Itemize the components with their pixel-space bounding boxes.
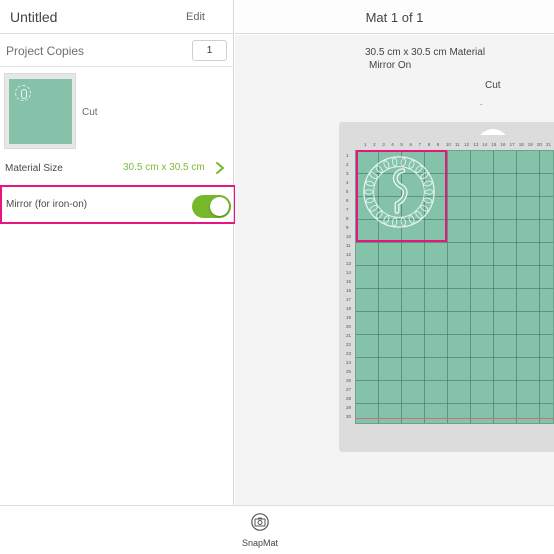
mat-mode-label: Cut <box>82 107 98 118</box>
ruler-left-label: 28 <box>346 396 352 401</box>
mirror-label: Mirror (for iron-on) <box>6 199 88 210</box>
toggle-knob <box>210 197 229 216</box>
ruler-left-label: 25 <box>346 369 352 374</box>
material-size-label: Material Size <box>5 163 63 174</box>
ruler-top-label: 19 <box>527 142 533 147</box>
camera-icon[interactable] <box>250 513 270 531</box>
edit-button[interactable]: Edit <box>186 11 205 23</box>
project-copies-row: Project Copies <box>0 34 234 67</box>
ruler-top-label: 18 <box>518 142 524 147</box>
bottom-bar-left <box>0 505 235 554</box>
ruler-left-label: 13 <box>346 261 352 266</box>
project-panel: Untitled Edit Project Copies Cut Materia… <box>0 0 236 554</box>
mat-cut-edge <box>355 418 554 419</box>
mirror-status: Mirror On <box>369 60 412 71</box>
ruler-left-label: 12 <box>346 252 352 257</box>
ruler-top-label: 10 <box>445 142 451 147</box>
ruler-top-label: 5 <box>400 142 403 147</box>
ruler-left-label: 6 <box>346 198 349 203</box>
mat-grip-tab-icon <box>480 129 506 135</box>
ruler-left-label: 23 <box>346 351 352 356</box>
mat-title: Mat 1 of 1 <box>365 10 424 25</box>
project-header: Untitled Edit <box>0 0 234 34</box>
snapmat-button[interactable]: SnapMat <box>242 538 278 548</box>
ruler-top-label: 20 <box>536 142 542 147</box>
mat-header: Mat 1 of 1 <box>235 0 554 34</box>
ruler-left-label: 15 <box>346 279 352 284</box>
ruler-top-label: 11 <box>455 142 460 147</box>
ruler-top-label: 13 <box>473 142 479 147</box>
ruler-left-label: 3 <box>346 171 349 176</box>
ruler-left-label: 16 <box>346 288 352 293</box>
bottom-bar-right <box>235 505 554 554</box>
ruler-left-label: 7 <box>346 207 349 212</box>
ruler-left-label: 11 <box>346 243 351 248</box>
ruler-left-label: 1 <box>346 153 349 158</box>
material-info: 30.5 cm x 30.5 cm Material <box>365 47 486 58</box>
design-thumbnail-icon <box>15 85 31 101</box>
ruler-top-label: 14 <box>482 142 488 147</box>
project-title: Untitled <box>10 9 58 25</box>
mirror-row: Mirror (for iron-on) <box>0 185 236 224</box>
ruler-top-label: 7 <box>418 142 422 147</box>
ruler-top-label: 16 <box>500 142 506 147</box>
ruler-top-label: 17 <box>509 142 515 147</box>
ruler-left-label: 14 <box>346 270 352 275</box>
ruler-left-label: 4 <box>346 180 349 185</box>
ruler-left-label: 17 <box>346 297 352 302</box>
ruler-top-label: 4 <box>391 142 394 147</box>
ruler-left-label: 26 <box>346 378 352 383</box>
ruler-top-label: 8 <box>427 142 431 147</box>
mat-thumbnail[interactable] <box>4 73 76 149</box>
ruler-left-label: 10 <box>346 234 352 239</box>
material-size-row[interactable]: Material Size 30.5 cm x 30.5 cm <box>0 155 234 183</box>
ruler-top: 12345678910111213141516171819202122 <box>364 142 554 150</box>
ruler-left-label: 20 <box>346 324 352 329</box>
ruler-left-label: 27 <box>346 387 352 392</box>
ruler-top-label: 6 <box>409 142 413 147</box>
mode-label: Cut <box>485 80 501 91</box>
ruler-top-label: 9 <box>436 142 440 147</box>
mat-thumbnail-preview <box>9 79 72 144</box>
ruler-left-label: 29 <box>346 405 352 410</box>
material-size-value: 30.5 cm x 30.5 cm <box>123 162 205 173</box>
project-copies-label: Project Copies <box>6 44 85 58</box>
ruler-left-label: 9 <box>346 225 349 230</box>
ruler-left-label: 22 <box>346 342 352 347</box>
ruler-left-label: 8 <box>346 216 349 221</box>
ruler-left-label: 21 <box>346 333 352 338</box>
ruler-left-label: 24 <box>346 360 352 365</box>
ruler-left-label: 2 <box>346 162 349 167</box>
ruler-left-label: 19 <box>346 315 352 320</box>
ruler-top-label: 15 <box>491 142 497 147</box>
mirror-toggle[interactable] <box>192 195 231 218</box>
ruler-left-label: 5 <box>346 189 349 194</box>
project-copies-input[interactable] <box>192 40 227 61</box>
separator-dot: . <box>480 98 483 107</box>
design-selection-box <box>356 150 447 242</box>
chevron-right-icon <box>216 162 224 174</box>
ruler-top-label: 2 <box>373 142 376 147</box>
ruler-left-label: 30 <box>346 414 352 419</box>
ruler-left-label: 18 <box>346 306 352 311</box>
ruler-top-label: 21 <box>546 142 552 147</box>
ruler-top-label: 1 <box>364 142 367 147</box>
ruler-top-label: 3 <box>382 142 385 147</box>
ruler-top-label: 12 <box>464 142 470 147</box>
